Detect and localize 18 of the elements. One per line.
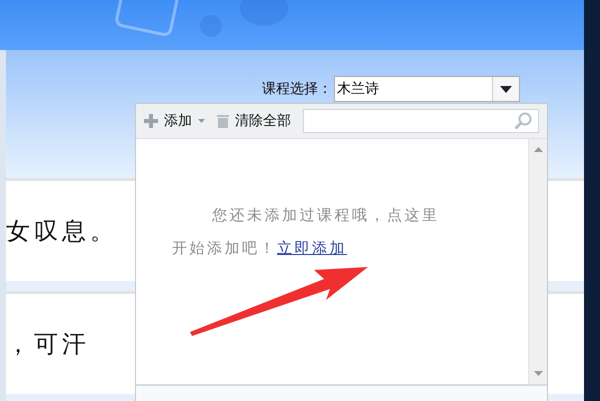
caret-icon <box>500 86 512 92</box>
empty-message: 您还未添加过课程哦，点这里 开始添加吧！立即添加 <box>172 205 440 259</box>
course-select-label: 课程选择： <box>262 80 332 98</box>
plus-icon <box>144 114 158 128</box>
trash-icon <box>217 114 229 128</box>
add-now-link[interactable]: 立即添加 <box>277 239 347 257</box>
scroll-up-icon[interactable] <box>534 147 542 152</box>
dropdown-button[interactable] <box>492 77 519 101</box>
poem-text: 女叹息。 <box>6 216 118 247</box>
search-icon <box>514 112 532 130</box>
poem-text: ，可汗 <box>6 329 90 360</box>
clear-all-button[interactable]: 清除全部 <box>217 112 291 130</box>
course-select[interactable]: 木兰诗 <box>334 76 520 102</box>
scrollbar[interactable] <box>528 139 547 384</box>
add-button[interactable]: 添加 <box>144 112 205 130</box>
caret-icon <box>198 119 205 123</box>
search-field[interactable] <box>303 109 539 133</box>
scroll-down-icon[interactable] <box>534 371 542 376</box>
